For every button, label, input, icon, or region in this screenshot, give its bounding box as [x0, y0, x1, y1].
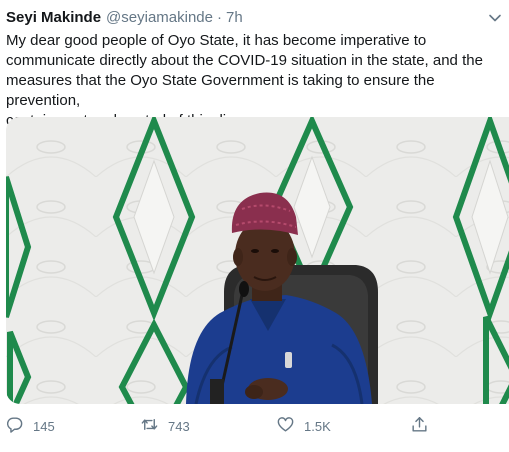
tweet-actions: 145 743 1.5K [0, 412, 509, 440]
like-button[interactable]: 1.5K [276, 412, 331, 440]
retweet-button[interactable]: 743 [140, 412, 190, 440]
header-separator: · [217, 9, 222, 26]
share-icon [410, 415, 429, 437]
tweet-header: Seyi Makinde @seyiamakinde · 7h [6, 8, 479, 30]
tweet-card[interactable]: Seyi Makinde @seyiamakinde · 7h My dear … [0, 0, 509, 452]
share-button[interactable] [410, 412, 429, 440]
retweet-count: 743 [168, 418, 190, 434]
chevron-down-icon[interactable] [487, 10, 503, 26]
author-name[interactable]: Seyi Makinde [6, 8, 101, 28]
tweet-text: My dear good people of Oyo State, it has… [6, 32, 483, 129]
like-count: 1.5K [304, 418, 331, 434]
reply-button[interactable]: 145 [5, 412, 55, 440]
tweet-photo[interactable] [6, 117, 509, 404]
author-handle[interactable]: @seyiamakinde [106, 8, 213, 28]
reply-icon [5, 415, 24, 437]
heart-icon [276, 415, 295, 437]
retweet-icon [140, 415, 159, 437]
tweet-timestamp[interactable]: 7h [226, 8, 243, 28]
reply-count: 145 [33, 418, 55, 434]
